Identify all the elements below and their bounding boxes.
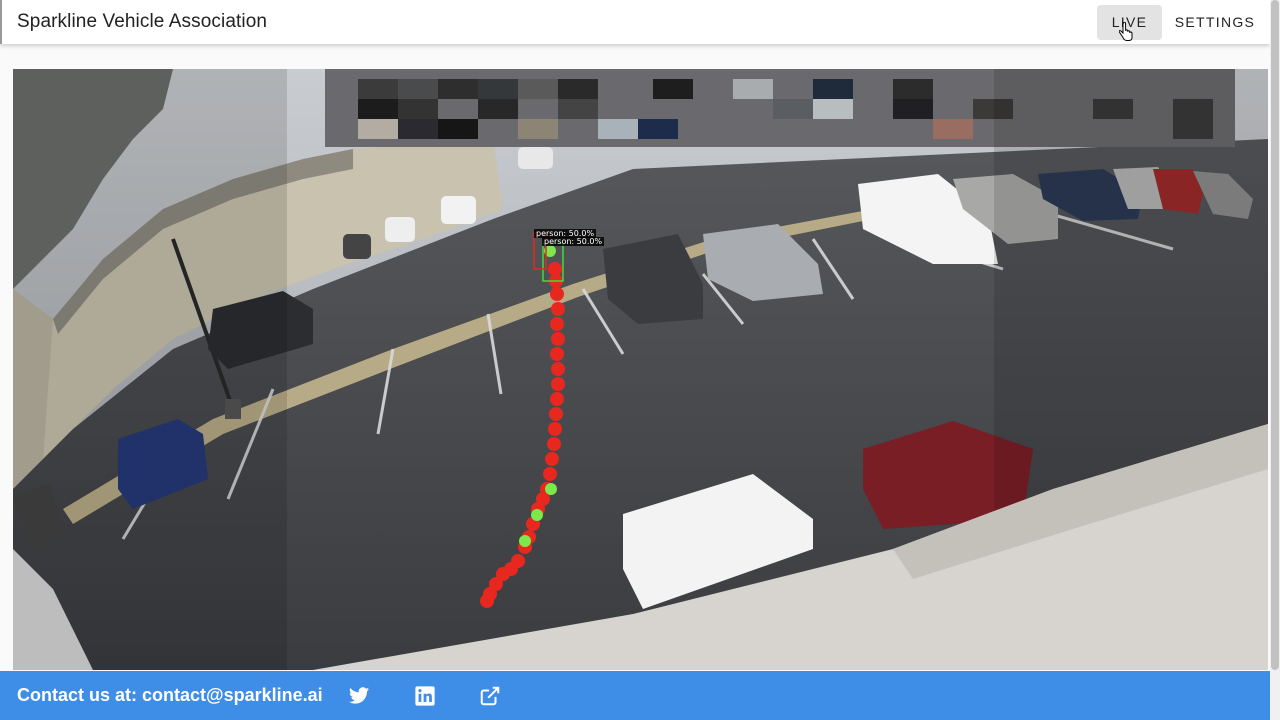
track-point	[548, 262, 562, 276]
nav-settings-button[interactable]: SETTINGS	[1172, 5, 1258, 40]
detection-label: person: 50.0%	[542, 237, 605, 246]
track-point	[550, 392, 564, 406]
page-scrollbar[interactable]	[1270, 0, 1280, 720]
track-point	[550, 287, 564, 301]
app-bar: Sparkline Vehicle Association LIVE SETTI…	[0, 0, 1270, 44]
track-point-highlight	[531, 509, 543, 521]
track-point	[551, 377, 565, 391]
camera-frame	[13, 69, 1268, 670]
contact-text: Contact us at: contact@sparkline.ai	[17, 685, 323, 705]
track-point	[550, 317, 564, 331]
track-point	[547, 437, 561, 451]
track-point-highlight	[519, 535, 531, 547]
linkedin-icon[interactable]	[414, 685, 436, 707]
track-point	[551, 302, 565, 316]
track-point	[550, 347, 564, 361]
track-point	[545, 452, 559, 466]
twitter-icon[interactable]	[348, 685, 370, 707]
scrollbar-thumb[interactable]	[1271, 0, 1279, 670]
track-point	[543, 467, 557, 481]
track-point	[549, 407, 563, 421]
track-point	[548, 422, 562, 436]
app-title: Sparkline Vehicle Association	[17, 11, 268, 32]
track-point	[551, 332, 565, 346]
footer-bar: Contact us at: contact@sparkline.ai	[0, 671, 1270, 720]
track-point-highlight	[545, 483, 557, 495]
track-point	[551, 362, 565, 376]
mouse-pointer-icon	[1119, 22, 1133, 41]
camera-feed: person: 50.0% person: 50.0%	[13, 69, 1268, 670]
track-point	[480, 594, 494, 608]
external-link-icon[interactable]	[479, 685, 501, 707]
